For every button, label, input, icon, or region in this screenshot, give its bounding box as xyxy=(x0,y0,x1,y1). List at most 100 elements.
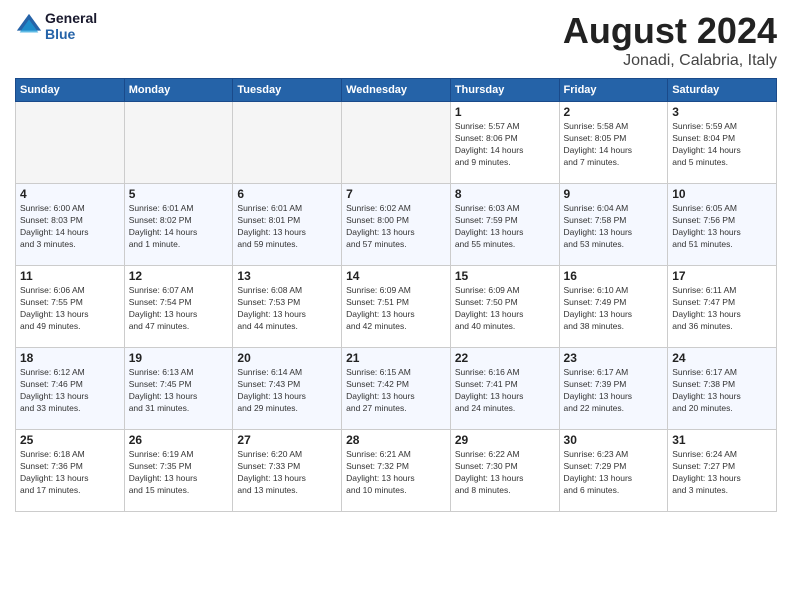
day-info: Sunrise: 6:22 AMSunset: 7:30 PMDaylight:… xyxy=(455,449,555,497)
day-cell: 26 Sunrise: 6:19 AMSunset: 7:35 PMDayligh… xyxy=(124,430,233,512)
day-number: 4 xyxy=(20,187,120,201)
day-info: Sunrise: 6:17 AMSunset: 7:38 PMDaylight:… xyxy=(672,367,772,415)
day-cell: 15Sunrise: 6:09 AMSunset: 7:50 PMDayligh… xyxy=(450,266,559,348)
day-info: Sunrise: 6:21 AMSunset: 7:32 PMDaylight:… xyxy=(346,449,446,497)
week-row-2: 4 Sunrise: 6:00 AMSunset: 8:03 PMDaylight… xyxy=(16,184,777,266)
day-info: Sunrise: 6:15 AMSunset: 7:42 PMDaylight:… xyxy=(346,367,446,415)
day-info: Sunrise: 6:20 AMSunset: 7:33 PMDaylight:… xyxy=(237,449,337,497)
day-number: 23 xyxy=(564,351,664,365)
day-number: 24 xyxy=(672,351,772,365)
day-info: Sunrise: 6:12 AMSunset: 7:46 PMDaylight:… xyxy=(20,367,120,415)
day-cell: 4 Sunrise: 6:00 AMSunset: 8:03 PMDaylight… xyxy=(16,184,125,266)
day-number: 3 xyxy=(672,105,772,119)
day-number: 6 xyxy=(237,187,337,201)
header: General Blue August 2024 Jonadi, Calabri… xyxy=(15,10,777,70)
col-sunday: Sunday xyxy=(16,79,125,102)
day-number: 14 xyxy=(346,269,446,283)
day-cell: 1 Sunrise: 5:57 AMSunset: 8:06 PMDaylight… xyxy=(450,102,559,184)
page: General Blue August 2024 Jonadi, Calabri… xyxy=(0,0,792,612)
day-cell: 2 Sunrise: 5:58 AMSunset: 8:05 PMDaylight… xyxy=(559,102,668,184)
month-title: August 2024 xyxy=(563,10,777,52)
day-cell: 3 Sunrise: 5:59 AMSunset: 8:04 PMDaylight… xyxy=(668,102,777,184)
day-info: Sunrise: 5:59 AMSunset: 8:04 PMDaylight:… xyxy=(672,121,772,169)
day-cell: 11Sunrise: 6:06 AMSunset: 7:55 PMDayligh… xyxy=(16,266,125,348)
day-cell: 14 Sunrise: 6:09 AMSunset: 7:51 PMDayligh… xyxy=(342,266,451,348)
day-info: Sunrise: 5:57 AMSunset: 8:06 PMDaylight:… xyxy=(455,121,555,169)
day-number: 25 xyxy=(20,433,120,447)
logo-icon xyxy=(15,12,43,40)
day-cell: 9 Sunrise: 6:04 AMSunset: 7:58 PMDaylight… xyxy=(559,184,668,266)
logo-text: General Blue xyxy=(45,10,97,42)
day-cell: 24 Sunrise: 6:17 AMSunset: 7:38 PMDayligh… xyxy=(668,348,777,430)
day-number: 9 xyxy=(564,187,664,201)
day-info: Sunrise: 6:01 AMSunset: 8:01 PMDaylight:… xyxy=(237,203,337,251)
day-info: Sunrise: 6:14 AMSunset: 7:43 PMDaylight:… xyxy=(237,367,337,415)
day-info: Sunrise: 6:03 AMSunset: 7:59 PMDaylight:… xyxy=(455,203,555,251)
day-cell: 5Sunrise: 6:01 AMSunset: 8:02 PMDaylight… xyxy=(124,184,233,266)
day-cell: 13 Sunrise: 6:08 AMSunset: 7:53 PMDayligh… xyxy=(233,266,342,348)
day-number: 26 xyxy=(129,433,229,447)
day-cell: 25Sunrise: 6:18 AMSunset: 7:36 PMDayligh… xyxy=(16,430,125,512)
day-cell: 30Sunrise: 6:23 AMSunset: 7:29 PMDayligh… xyxy=(559,430,668,512)
col-friday: Friday xyxy=(559,79,668,102)
day-cell: 17 Sunrise: 6:11 AMSunset: 7:47 PMDayligh… xyxy=(668,266,777,348)
week-row-5: 25Sunrise: 6:18 AMSunset: 7:36 PMDayligh… xyxy=(16,430,777,512)
week-row-1: 1 Sunrise: 5:57 AMSunset: 8:06 PMDaylight… xyxy=(16,102,777,184)
day-cell: 7 Sunrise: 6:02 AMSunset: 8:00 PMDaylight… xyxy=(342,184,451,266)
day-cell: 20 Sunrise: 6:14 AMSunset: 7:43 PMDayligh… xyxy=(233,348,342,430)
day-info: Sunrise: 6:02 AMSunset: 8:00 PMDaylight:… xyxy=(346,203,446,251)
day-cell: 23 Sunrise: 6:17 AMSunset: 7:39 PMDayligh… xyxy=(559,348,668,430)
day-info: Sunrise: 6:09 AMSunset: 7:50 PMDaylight:… xyxy=(455,285,555,333)
day-cell: 12Sunrise: 6:07 AMSunset: 7:54 PMDayligh… xyxy=(124,266,233,348)
day-number: 31 xyxy=(672,433,772,447)
day-info: Sunrise: 6:13 AMSunset: 7:45 PMDaylight:… xyxy=(129,367,229,415)
col-saturday: Saturday xyxy=(668,79,777,102)
day-cell: 21Sunrise: 6:15 AMSunset: 7:42 PMDayligh… xyxy=(342,348,451,430)
day-number: 7 xyxy=(346,187,446,201)
day-number: 29 xyxy=(455,433,555,447)
day-cell: 16 Sunrise: 6:10 AMSunset: 7:49 PMDayligh… xyxy=(559,266,668,348)
day-number: 30 xyxy=(564,433,664,447)
day-number: 12 xyxy=(129,269,229,283)
day-info: Sunrise: 6:17 AMSunset: 7:39 PMDaylight:… xyxy=(564,367,664,415)
calendar-table: Sunday Monday Tuesday Wednesday Thursday… xyxy=(15,78,777,512)
day-info: Sunrise: 6:09 AMSunset: 7:51 PMDaylight:… xyxy=(346,285,446,333)
day-number: 11 xyxy=(20,269,120,283)
day-number: 13 xyxy=(237,269,337,283)
day-number: 18 xyxy=(20,351,120,365)
day-info: Sunrise: 6:11 AMSunset: 7:47 PMDaylight:… xyxy=(672,285,772,333)
header-row: Sunday Monday Tuesday Wednesday Thursday… xyxy=(16,79,777,102)
col-monday: Monday xyxy=(124,79,233,102)
day-info: Sunrise: 6:19 AMSunset: 7:35 PMDaylight:… xyxy=(129,449,229,497)
day-number: 27 xyxy=(237,433,337,447)
day-info: Sunrise: 5:58 AMSunset: 8:05 PMDaylight:… xyxy=(564,121,664,169)
day-info: Sunrise: 6:00 AMSunset: 8:03 PMDaylight:… xyxy=(20,203,120,251)
day-cell: 29 Sunrise: 6:22 AMSunset: 7:30 PMDayligh… xyxy=(450,430,559,512)
location: Jonadi, Calabria, Italy xyxy=(563,52,777,70)
day-info: Sunrise: 6:10 AMSunset: 7:49 PMDaylight:… xyxy=(564,285,664,333)
day-cell xyxy=(124,102,233,184)
day-info: Sunrise: 6:04 AMSunset: 7:58 PMDaylight:… xyxy=(564,203,664,251)
day-number: 16 xyxy=(564,269,664,283)
week-row-3: 11Sunrise: 6:06 AMSunset: 7:55 PMDayligh… xyxy=(16,266,777,348)
day-info: Sunrise: 6:16 AMSunset: 7:41 PMDaylight:… xyxy=(455,367,555,415)
day-number: 1 xyxy=(455,105,555,119)
day-cell: 28 Sunrise: 6:21 AMSunset: 7:32 PMDayligh… xyxy=(342,430,451,512)
day-info: Sunrise: 6:01 AMSunset: 8:02 PMDaylight:… xyxy=(129,203,229,251)
day-info: Sunrise: 6:24 AMSunset: 7:27 PMDaylight:… xyxy=(672,449,772,497)
day-number: 2 xyxy=(564,105,664,119)
col-wednesday: Wednesday xyxy=(342,79,451,102)
day-cell: 19Sunrise: 6:13 AMSunset: 7:45 PMDayligh… xyxy=(124,348,233,430)
day-number: 20 xyxy=(237,351,337,365)
day-number: 22 xyxy=(455,351,555,365)
day-cell xyxy=(233,102,342,184)
day-cell: 31 Sunrise: 6:24 AMSunset: 7:27 PMDayligh… xyxy=(668,430,777,512)
col-thursday: Thursday xyxy=(450,79,559,102)
day-info: Sunrise: 6:08 AMSunset: 7:53 PMDaylight:… xyxy=(237,285,337,333)
col-tuesday: Tuesday xyxy=(233,79,342,102)
day-info: Sunrise: 6:05 AMSunset: 7:56 PMDaylight:… xyxy=(672,203,772,251)
day-number: 28 xyxy=(346,433,446,447)
day-number: 8 xyxy=(455,187,555,201)
day-number: 17 xyxy=(672,269,772,283)
day-cell: 22 Sunrise: 6:16 AMSunset: 7:41 PMDayligh… xyxy=(450,348,559,430)
